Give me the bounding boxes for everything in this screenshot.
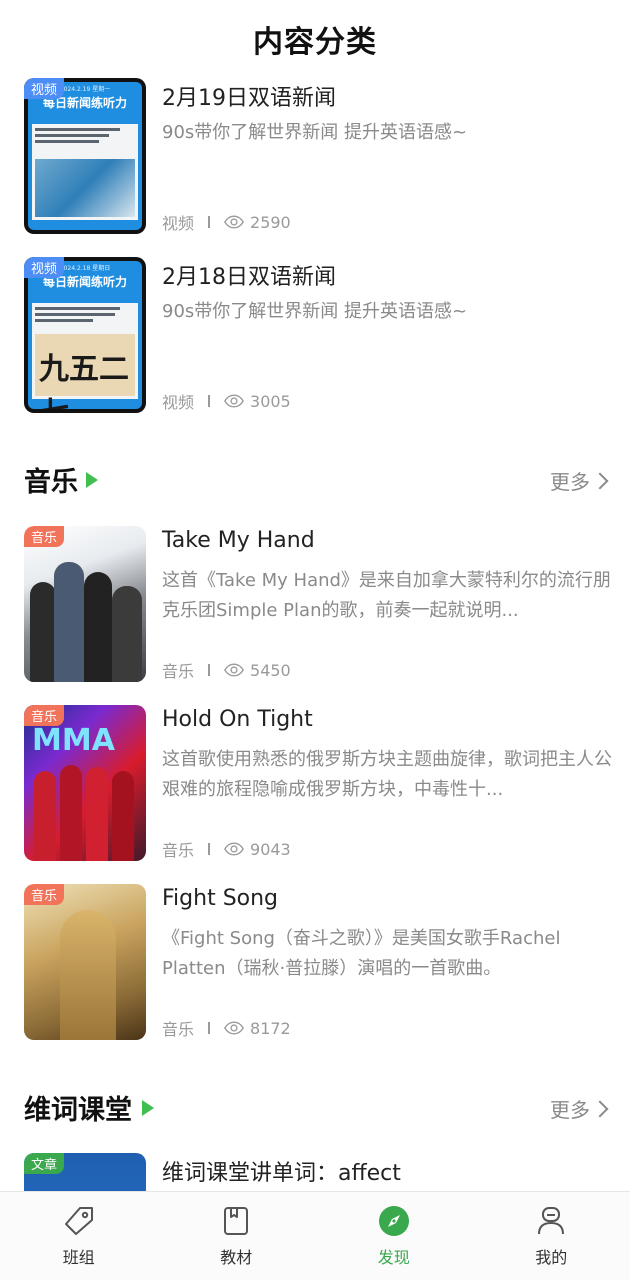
section-title: 维词课堂 <box>24 1095 132 1126</box>
tab-discover[interactable]: 发现 <box>315 1192 473 1280</box>
tag-icon <box>64 1207 93 1235</box>
video-tag: 视频 <box>24 257 65 278</box>
item-description: 90s带你了解世界新闻 提升英语语感~ <box>162 301 468 322</box>
list-item[interactable]: 文章 维词课堂讲单词：affect <box>24 1153 614 1191</box>
tab-textbook[interactable]: 教材 <box>158 1192 316 1280</box>
compass-icon <box>378 1206 409 1236</box>
list-item[interactable]: 2024.2.19 星期一 每日新闻练听力 视频 2月19日双语新闻 90s带你… <box>24 78 614 234</box>
item-meta: 音乐 9043 <box>162 837 291 861</box>
item-title: Take My Hand <box>162 528 315 553</box>
item-description: 《Fight Song（奋斗之歌）》是美国女歌手Rachel Platten（瑞… <box>162 928 561 979</box>
meta-divider <box>208 843 211 855</box>
item-title: Hold On Tight <box>162 707 313 732</box>
view-count: 2590 <box>250 212 291 232</box>
category-label: 音乐 <box>162 841 195 860</box>
item-description: 90s带你了解世界新闻 提升英语语感~ <box>162 122 468 143</box>
item-meta: 音乐 5450 <box>162 658 291 682</box>
video-thumbnail: 2024.2.19 星期一 每日新闻练听力 视频 <box>24 78 146 234</box>
category-label: 视频 <box>162 214 195 233</box>
category-label: 音乐 <box>162 662 195 681</box>
list-item[interactable]: 音乐 Fight Song 《Fight Song（奋斗之歌）》是美国女歌手Ra… <box>24 884 614 1040</box>
eye-icon <box>224 663 244 677</box>
item-description: 这首歌使用熟悉的俄罗斯方块主题曲旋律，歌词把主人公艰难的旅程隐喻成俄罗斯方块，中… <box>162 749 612 800</box>
meta-divider <box>208 395 211 407</box>
music-thumbnail: 音乐 <box>24 884 146 1040</box>
tab-label: 班组 <box>62 1248 95 1267</box>
music-more-button[interactable]: 更多 <box>550 466 609 495</box>
thumb-text: MMA <box>32 723 115 758</box>
music-thumbnail: 音乐 <box>24 526 146 682</box>
play-icon <box>86 472 98 488</box>
item-description: 这首《Take My Hand》是来自加拿大蒙特利尔的流行朋克乐团Simple … <box>162 570 611 621</box>
eye-icon <box>224 215 244 229</box>
view-count: 3005 <box>250 391 291 411</box>
item-meta: 视频 3005 <box>162 389 291 413</box>
tab-label: 我的 <box>535 1248 568 1267</box>
item-title: 2月18日双语新闻 <box>162 265 336 290</box>
eye-icon <box>224 1021 244 1035</box>
item-meta: 音乐 8172 <box>162 1016 291 1040</box>
tab-mine[interactable]: 我的 <box>473 1192 630 1280</box>
content-scroll[interactable]: 2024.2.19 星期一 每日新闻练听力 视频 2月19日双语新闻 90s带你… <box>0 78 630 1191</box>
view-count: 8172 <box>250 1018 291 1038</box>
section-title: 音乐 <box>24 467 78 498</box>
category-label: 视频 <box>162 393 195 412</box>
eye-icon <box>224 394 244 408</box>
page-title: 内容分类 <box>253 25 377 60</box>
article-tag: 文章 <box>24 1153 65 1174</box>
category-label: 音乐 <box>162 1020 195 1039</box>
play-icon <box>142 1100 154 1116</box>
eye-icon <box>224 842 244 856</box>
page-header: 内容分类 <box>0 0 630 78</box>
item-title: 维词课堂讲单词：affect <box>162 1161 401 1186</box>
more-label: 更多 <box>550 1098 590 1122</box>
view-count: 5450 <box>250 660 291 680</box>
bottom-tab-bar: 班组 教材 发现 我的 <box>0 1191 630 1280</box>
chevron-right-icon <box>591 472 609 489</box>
vocab-section-header: 维词课堂 更多 <box>24 1086 609 1126</box>
meta-divider <box>208 664 211 676</box>
music-tag: 音乐 <box>24 884 65 905</box>
video-thumbnail: 2024.2.18 星期日 每日新闻练听力 九五二七 视频 <box>24 257 146 413</box>
tab-class[interactable]: 班组 <box>0 1192 158 1280</box>
item-title: 2月19日双语新闻 <box>162 86 336 111</box>
item-title: Fight Song <box>162 886 279 911</box>
tab-label: 教材 <box>220 1248 253 1267</box>
book-icon <box>224 1207 249 1235</box>
chevron-right-icon <box>591 1100 609 1117</box>
music-tag: 音乐 <box>24 705 65 726</box>
more-label: 更多 <box>550 470 590 494</box>
list-item[interactable]: 2024.2.18 星期日 每日新闻练听力 九五二七 视频 2月18日双语新闻 … <box>24 257 614 413</box>
profile-icon <box>538 1207 565 1235</box>
item-meta: 视频 2590 <box>162 210 291 234</box>
list-item[interactable]: MMA 音乐 Hold On Tight 这首歌使用熟悉的俄罗斯方块主题曲旋律，… <box>24 705 614 861</box>
music-thumbnail: MMA 音乐 <box>24 705 146 861</box>
music-section-header: 音乐 更多 <box>24 458 609 498</box>
vocab-more-button[interactable]: 更多 <box>550 1094 609 1123</box>
meta-divider <box>208 216 211 228</box>
view-count: 9043 <box>250 839 291 859</box>
article-thumbnail: 文章 <box>24 1153 146 1191</box>
meta-divider <box>208 1022 211 1034</box>
list-item[interactable]: 音乐 Take My Hand 这首《Take My Hand》是来自加拿大蒙特… <box>24 526 614 682</box>
tab-label: 发现 <box>377 1248 410 1267</box>
video-tag: 视频 <box>24 78 65 99</box>
music-tag: 音乐 <box>24 526 65 547</box>
